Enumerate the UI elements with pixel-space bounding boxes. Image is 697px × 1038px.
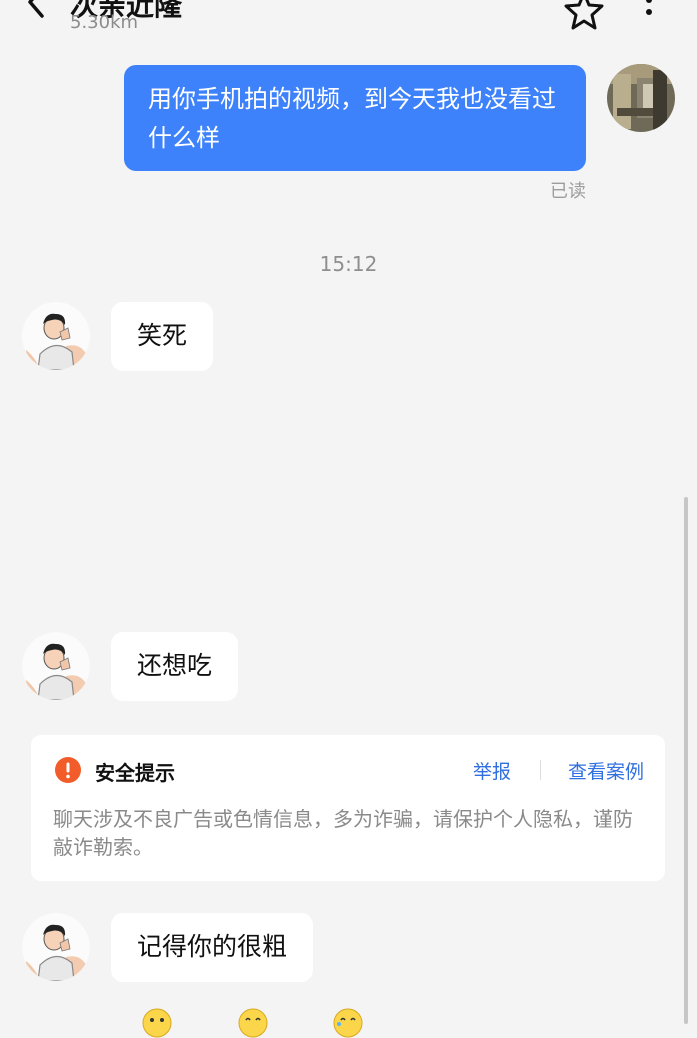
message-bubble-incoming[interactable]: 还想吃 [111,632,239,701]
report-link[interactable]: 举报 [473,757,511,784]
safety-notice-title: 安全提示 [95,761,175,785]
view-cases-link[interactable]: 查看案例 [568,757,644,784]
safety-notice-text: 聊天涉及不良广告或色情信息，多为诈骗，请保护个人隐私，谨防敲诈勒索。 [53,807,633,859]
emoji-grin-icon[interactable] [142,1008,172,1038]
more-vertical-icon[interactable] [639,0,659,26]
timestamp: 15:12 [319,252,378,276]
message-bubble-incoming[interactable]: 记得你的很粗 [111,913,314,982]
message-bubble-incoming[interactable]: 笑死 [111,302,214,371]
safety-notice-card: 安全提示 举报 查看案例 聊天涉及不良广告或色情信息，多为诈骗，请保护个人隐私，… [31,735,665,881]
contact-avatar[interactable] [22,632,90,700]
contact-distance: 5.30km [70,12,139,33]
link-divider [540,760,541,780]
star-icon[interactable] [563,0,605,32]
contact-avatar[interactable] [22,913,90,981]
emoji-laugh-icon[interactable] [238,1008,268,1038]
back-arrow-icon[interactable] [16,0,56,26]
contact-avatar[interactable] [22,302,90,370]
emoji-tears-icon[interactable] [333,1008,363,1038]
warning-icon [55,757,81,783]
my-avatar[interactable] [607,64,675,132]
scrollbar[interactable] [684,497,688,1024]
read-status: 已读 [550,181,586,202]
message-bubble-outgoing[interactable]: 用你手机拍的视频，到今天我也没看过什么样 [124,65,586,171]
